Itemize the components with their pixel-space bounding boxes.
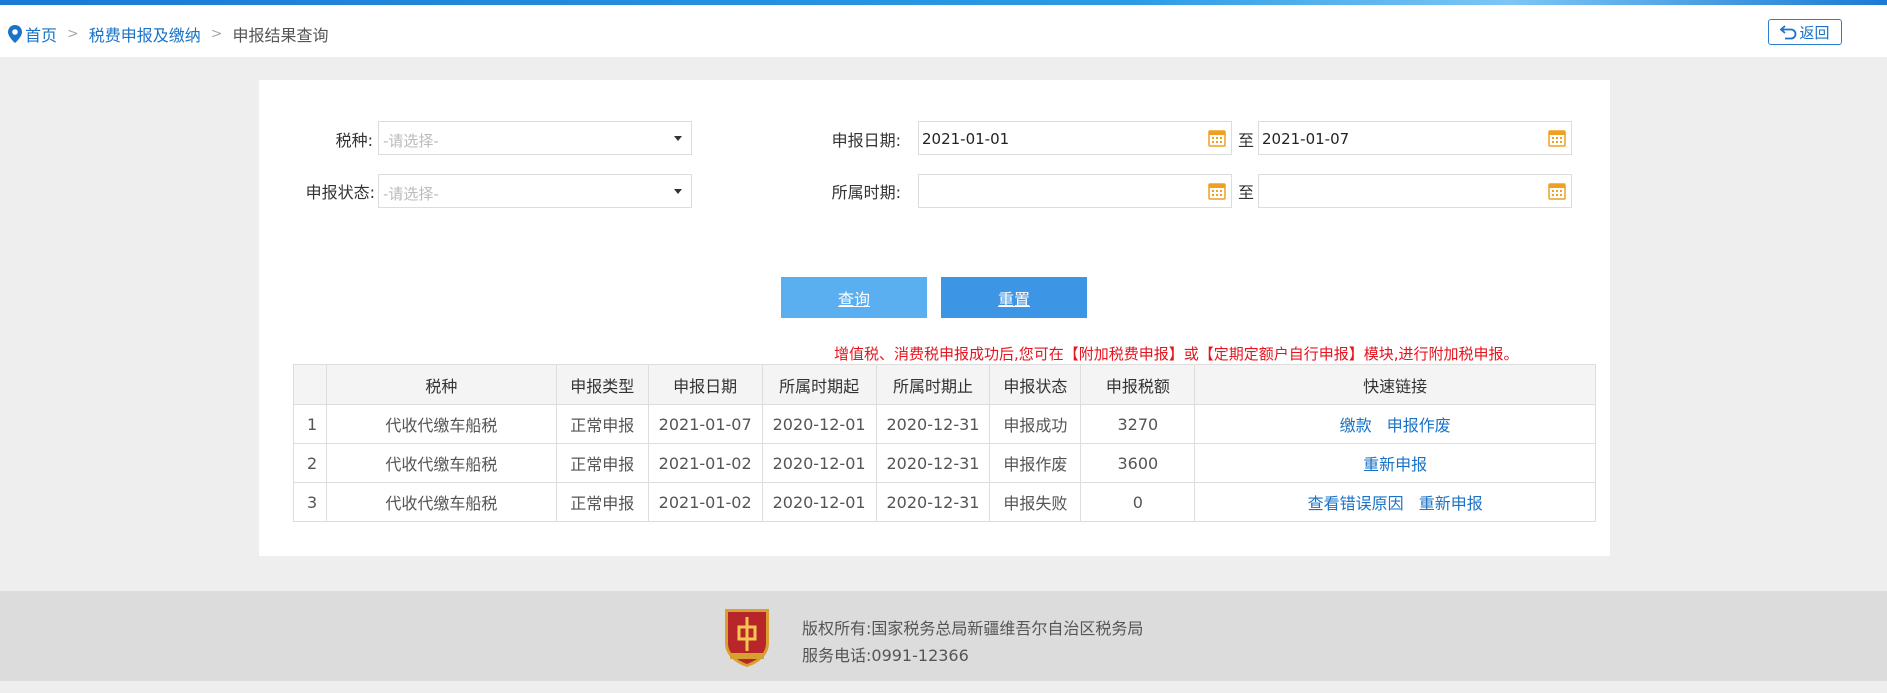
results-table: 税种 申报类型 申报日期 所属时期起 所属时期止 申报状态 申报税额 快速链接 … (293, 364, 1596, 522)
query-panel: 税种: -请选择- 申报日期: 2021-01-01 至 2021-01-07 … (259, 80, 1610, 556)
col-header-period-end: 所属时期止 (875, 364, 991, 405)
col-header-status: 申报状态 (989, 364, 1082, 405)
caret-down-icon (674, 189, 682, 194)
table-row: 3 代收代缴车船税 正常申报 2021-01-02 2020-12-01 202… (293, 482, 1596, 522)
tax-bureau-emblem-icon (725, 609, 769, 667)
table-header-row: 税种 申报类型 申报日期 所属时期起 所属时期止 申报状态 申报税额 快速链接 (293, 364, 1596, 405)
cell-status: 申报作废 (989, 443, 1082, 483)
breadcrumb-current: 申报结果查询 (232, 26, 329, 45)
breadcrumb-separator: > (67, 26, 79, 42)
footer-copyright: 版权所有:国家税务总局新疆维吾尔自治区税务局 (802, 619, 1144, 638)
cell-links: 缴款 申报作废 (1194, 404, 1596, 444)
notice-text: 增值税、消费税申报成功后,您可在【附加税费申报】或【定期定额户自行申报】模块,进… (834, 345, 1519, 363)
declare-date-end-value: 2021-01-07 (1262, 130, 1350, 148)
table-row: 2 代收代缴车船税 正常申报 2021-01-02 2020-12-01 202… (293, 443, 1596, 483)
cell-tax: 代收代缴车船税 (325, 443, 557, 483)
view-error-reason-link[interactable]: 查看错误原因 (1308, 494, 1404, 513)
date-range-to-label: 至 (1238, 131, 1255, 150)
col-header-links: 快速链接 (1194, 364, 1596, 405)
cell-type: 正常申报 (555, 404, 649, 444)
period-start-input[interactable] (918, 174, 1232, 208)
cell-index: 3 (293, 482, 327, 522)
col-header-tax: 税种 (325, 364, 557, 405)
cell-type: 正常申报 (555, 443, 649, 483)
col-header-index (293, 364, 327, 405)
calendar-icon[interactable] (1548, 129, 1566, 147)
cell-period-start: 2020-12-01 (761, 443, 877, 483)
calendar-icon[interactable] (1208, 182, 1226, 200)
col-header-period-start: 所属时期起 (761, 364, 877, 405)
cell-period-end: 2020-12-31 (875, 404, 991, 444)
cell-status: 申报成功 (989, 404, 1082, 444)
status-label: 申报状态: (305, 183, 375, 202)
void-declaration-link[interactable]: 申报作废 (1387, 416, 1451, 435)
cell-amount: 0 (1080, 482, 1196, 522)
location-pin-icon (8, 25, 22, 43)
cell-amount: 3270 (1080, 404, 1196, 444)
tax-type-label: 税种: (335, 131, 373, 150)
cell-type: 正常申报 (555, 482, 649, 522)
redeclare-link[interactable]: 重新申报 (1419, 494, 1483, 513)
cell-period-end: 2020-12-31 (875, 443, 991, 483)
calendar-icon[interactable] (1208, 129, 1226, 147)
cell-status: 申报失败 (989, 482, 1082, 522)
tax-type-placeholder: -请选择- (383, 132, 439, 150)
cell-tax: 代收代缴车船税 (325, 404, 557, 444)
col-header-type: 申报类型 (555, 364, 649, 405)
redeclare-link[interactable]: 重新申报 (1363, 455, 1427, 474)
cell-index: 1 (293, 404, 327, 444)
breadcrumb: 首页 > 税费申报及缴纳 > 申报结果查询 (8, 22, 329, 46)
cell-date: 2021-01-02 (647, 443, 763, 483)
col-header-amount: 申报税额 (1080, 364, 1196, 405)
table-row: 1 代收代缴车船税 正常申报 2021-01-07 2020-12-01 202… (293, 404, 1596, 444)
period-label: 所属时期: (831, 183, 901, 202)
cell-period-end: 2020-12-31 (875, 482, 991, 522)
cell-links: 重新申报 (1194, 443, 1596, 483)
cell-date: 2021-01-07 (647, 404, 763, 444)
breadcrumb-home-label: 首页 (25, 26, 58, 45)
back-arrow-icon (1780, 25, 1797, 40)
declare-date-start-input[interactable]: 2021-01-01 (918, 121, 1232, 155)
calendar-icon[interactable] (1548, 182, 1566, 200)
pay-link[interactable]: 缴款 (1340, 416, 1372, 435)
query-button[interactable]: 查询 (781, 277, 927, 318)
cell-amount: 3600 (1080, 443, 1196, 483)
cell-links: 查看错误原因 重新申报 (1194, 482, 1596, 522)
cell-tax: 代收代缴车船税 (325, 482, 557, 522)
reset-button[interactable]: 重置 (941, 277, 1087, 318)
col-header-date: 申报日期 (647, 364, 763, 405)
footer-phone: 服务电话:0991-12366 (802, 646, 969, 665)
tax-type-select[interactable]: -请选择- (378, 121, 692, 155)
cell-period-start: 2020-12-01 (761, 482, 877, 522)
period-end-input[interactable] (1258, 174, 1572, 208)
back-button[interactable]: 返回 (1768, 19, 1842, 45)
back-button-label: 返回 (1799, 23, 1830, 42)
declare-date-start-value: 2021-01-01 (922, 130, 1010, 148)
declare-date-label: 申报日期: (831, 131, 901, 150)
breadcrumb-home[interactable]: 首页 (8, 22, 57, 46)
breadcrumb-separator: > (210, 26, 223, 42)
caret-down-icon (674, 136, 682, 141)
footer: 版权所有:国家税务总局新疆维吾尔自治区税务局 服务电话:0991-12366 (0, 591, 1887, 681)
period-range-to-label: 至 (1238, 183, 1255, 202)
cell-date: 2021-01-02 (647, 482, 763, 522)
breadcrumb-tax-declaration[interactable]: 税费申报及缴纳 (89, 22, 201, 46)
cell-period-start: 2020-12-01 (761, 404, 877, 444)
header: 首页 > 税费申报及缴纳 > 申报结果查询 返回 (0, 5, 1887, 57)
status-select[interactable]: -请选择- (378, 174, 692, 208)
cell-index: 2 (293, 443, 327, 483)
status-placeholder: -请选择- (383, 185, 439, 203)
declare-date-end-input[interactable]: 2021-01-07 (1258, 121, 1572, 155)
